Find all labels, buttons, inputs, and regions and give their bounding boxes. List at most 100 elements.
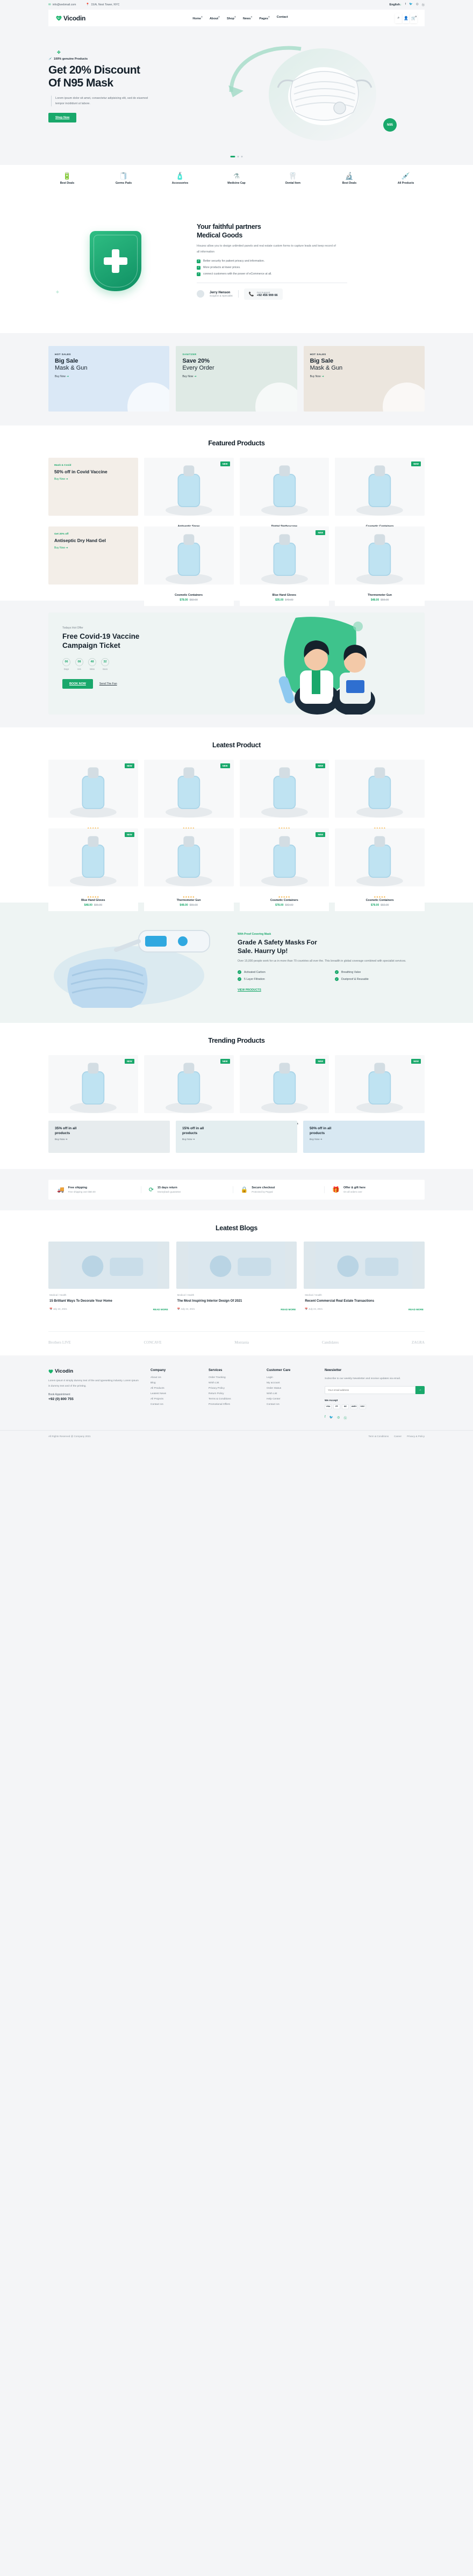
blog-card-2[interactable]: Medical / Health Recent Commercial Real E…: [304, 1242, 425, 1311]
footer-phone[interactable]: +92 (0) 800 755: [48, 1397, 140, 1401]
footer-services-link-2[interactable]: Privacy Policy: [209, 1387, 256, 1390]
footer-customer-link-4[interactable]: Help Center: [267, 1398, 314, 1401]
trending-banner-1[interactable]: 15% off in all products Buy Now ➔: [176, 1121, 297, 1153]
footer-services-link-3[interactable]: Return Policy: [209, 1392, 256, 1395]
footer-customer-link-3[interactable]: Wish List: [267, 1392, 314, 1395]
latest-product-card[interactable]: ★★★★★Cosmetic Containers$78.00$82.00: [335, 828, 425, 911]
footer-services-link-4[interactable]: Terms & Conditions: [209, 1398, 256, 1401]
latest-product-card[interactable]: NEW★★★★★Cosmetic Containers$78.00$82.00: [239, 828, 329, 911]
carousel-dot-3[interactable]: [241, 156, 243, 157]
twitter-icon[interactable]: 🐦: [409, 3, 413, 7]
trending-product-card[interactable]: NEWCosmetic Containers$78.00$82.00: [239, 1055, 329, 1135]
featured-product-card[interactable]: Thermometer Gun $48.00 $55.00: [335, 526, 425, 606]
ad-buy-now-link[interactable]: Buy Now ➔: [54, 546, 132, 550]
footer-logo[interactable]: Vicodin: [48, 1368, 140, 1374]
hero-shop-now-button[interactable]: Shop Now: [48, 113, 77, 123]
blog-read-more-link[interactable]: READ MORE: [153, 1308, 168, 1311]
trending-banner-buy-link[interactable]: Buy Now ➔: [55, 1138, 163, 1141]
footer-bottom-link-0[interactable]: Term & Conditions: [368, 1435, 389, 1438]
promo-buy-now-link[interactable]: Buy Now ➔: [182, 375, 290, 378]
trending-banner-2[interactable]: 50% off in all products Buy Now ➔: [303, 1121, 425, 1153]
vaccine-send-link[interactable]: Send The Fan: [99, 682, 117, 686]
trending-banner-buy-link[interactable]: Buy Now ➔: [182, 1138, 291, 1141]
latest-product-card[interactable]: ★★★★★Cosmetic Containers$78.00$82.00: [335, 760, 425, 842]
carousel-dot-1[interactable]: [230, 156, 235, 157]
account-icon[interactable]: 👤: [402, 13, 410, 23]
nav-item-contact[interactable]: Contact: [277, 16, 288, 20]
featured-product-card[interactable]: Digital Stethoscope$35.00$40.00: [239, 458, 329, 537]
footer-company-link-1[interactable]: Blog: [150, 1382, 198, 1384]
latest-product-card[interactable]: NEW★★★★★Cosmetic Containers$78.00$82.00: [239, 760, 329, 842]
blog-card-1[interactable]: Medical / Health The Most Inspiring Inter…: [176, 1242, 297, 1311]
footer-customer-link-0[interactable]: Login: [267, 1376, 314, 1379]
promo-card-2[interactable]: HOT SALES Big Sale Mask & Gun Buy Now ➔: [303, 346, 425, 412]
behance-icon[interactable]: ⓑ: [422, 3, 425, 7]
topbar-email[interactable]: ✉ info@webmail.com: [48, 3, 76, 6]
footer-services-link-1[interactable]: Wish List: [209, 1382, 256, 1384]
footer-services-link-5[interactable]: Promotional Offers: [209, 1403, 256, 1406]
ad-buy-now-link[interactable]: Buy Now ➔: [54, 478, 132, 481]
newsletter-email-input[interactable]: [325, 1386, 415, 1394]
promo-buy-now-link[interactable]: Buy Now ➔: [55, 375, 163, 378]
newsletter-submit-button[interactable]: →: [415, 1386, 425, 1394]
promo-ad-card-0[interactable]: Mask & Covid 50% off in Covid Vaccine Buy …: [48, 458, 138, 516]
mask-view-products-link[interactable]: VIEW PRODUCTS: [238, 988, 261, 992]
language-selector[interactable]: English↓: [389, 3, 401, 6]
blog-read-more-link[interactable]: READ MORE: [281, 1308, 296, 1311]
footer-behance-icon[interactable]: ⓑ: [343, 1416, 347, 1420]
promo-buy-now-link[interactable]: Buy Now ➔: [310, 375, 418, 378]
blog-card-0[interactable]: Medical / Health 15 Brilliant Ways To Dec…: [48, 1242, 169, 1311]
footer-bottom-link-2[interactable]: Privacy & Policy: [407, 1435, 425, 1438]
latest-product-card[interactable]: NEW★★★★★Digital Stethoscope$35.00$40.00: [144, 760, 234, 842]
nav-item-pages[interactable]: Pages+: [259, 16, 269, 20]
category-item-2[interactable]: 🧴 Accessories: [161, 172, 199, 185]
nav-item-news[interactable]: News+: [243, 16, 253, 20]
footer-twitter-icon[interactable]: 🐦: [329, 1416, 333, 1420]
trending-banner-0[interactable]: 35% off in all products Buy Now ➔: [48, 1121, 170, 1153]
site-logo[interactable]: Vicodin: [56, 15, 85, 22]
footer-company-link-5[interactable]: Contact Us: [150, 1403, 198, 1406]
featured-product-card[interactable]: Cosmetic Containers $78.00 $82.00: [144, 526, 234, 606]
nav-item-home[interactable]: Home+: [192, 16, 202, 20]
category-item-5[interactable]: 🔬 Best Deals: [331, 172, 368, 185]
footer-company-link-4[interactable]: All Projects: [150, 1398, 198, 1401]
category-item-6[interactable]: 💉 All Products: [387, 172, 425, 185]
nav-item-shop[interactable]: Shop+: [227, 16, 236, 20]
support-box[interactable]: 📞 Get Support +92 456 999 66: [243, 288, 283, 300]
featured-product-card[interactable]: NEW Blue Hand Gloves $35.00 $40.00: [239, 526, 329, 606]
trending-product-card[interactable]: NEWDigital Stethoscope$35.00$40.00: [144, 1055, 234, 1135]
footer-customer-link-2[interactable]: Order Status: [267, 1387, 314, 1390]
footer-facebook-icon[interactable]: f: [325, 1416, 326, 1420]
trending-banner-buy-link[interactable]: Buy Now ➔: [310, 1138, 418, 1141]
featured-product-card[interactable]: NEWAntiseptic Spray$35.00$40.00: [144, 458, 234, 537]
promo-card-1[interactable]: SANITZER Save 20% Every Order Buy Now ➔: [176, 346, 297, 412]
carousel-dot-2[interactable]: [237, 156, 239, 157]
search-icon[interactable]: ⌕: [395, 13, 402, 23]
latest-product-card[interactable]: ★★★★★ Thermometer Gun $48.00 $55.00: [144, 828, 234, 911]
instagram-icon[interactable]: ◎: [416, 3, 419, 7]
promo-ad-card-1[interactable]: Get 20% off Antiseptic Dry Hand Gel Buy No…: [48, 526, 138, 585]
footer-services-link-0[interactable]: Order Tracking: [209, 1376, 256, 1379]
category-item-0[interactable]: 🔋 Best Deals: [48, 172, 86, 185]
vaccine-book-now-button[interactable]: BOOK NOW: [62, 679, 93, 689]
trending-product-card[interactable]: NEWAntiseptic Spray$35.00$40.00: [48, 1055, 138, 1135]
footer-customer-link-1[interactable]: My account: [267, 1382, 314, 1384]
nav-item-about[interactable]: About+: [210, 16, 220, 20]
blog-read-more-link[interactable]: READ MORE: [408, 1308, 424, 1311]
category-item-4[interactable]: 🦷 Dental Item: [274, 172, 312, 185]
trending-product-card[interactable]: NEWCosmetic Containers$78.00$82.00: [335, 1055, 425, 1135]
cart-icon[interactable]: 🛒 2: [410, 13, 417, 23]
latest-product-card[interactable]: NEW★★★★★Antiseptic Spray$35.00$40.00: [48, 760, 138, 842]
featured-product-card[interactable]: NEWCosmetic Containers$78.00$82.00: [335, 458, 425, 537]
promo-card-0[interactable]: HOT SALES Big Sale Mask & Gun Buy Now ➔: [48, 346, 170, 412]
category-item-1[interactable]: 🧻 Germs Pads: [105, 172, 142, 185]
footer-bottom-link-1[interactable]: Career: [394, 1435, 402, 1438]
footer-company-link-0[interactable]: About Us: [150, 1376, 198, 1379]
facebook-icon[interactable]: f: [405, 3, 406, 7]
footer-instagram-icon[interactable]: ◎: [337, 1416, 340, 1420]
footer-company-link-2[interactable]: All Products: [150, 1387, 198, 1390]
footer-customer-link-5[interactable]: Contact Us: [267, 1403, 314, 1406]
category-item-3[interactable]: ⚗ Medicine Cap: [218, 172, 255, 185]
latest-product-card[interactable]: NEW ★★★★★ Blue Hand Gloves $48.00 $55.00: [48, 828, 138, 911]
footer-company-link-3[interactable]: Leatest News: [150, 1392, 198, 1395]
